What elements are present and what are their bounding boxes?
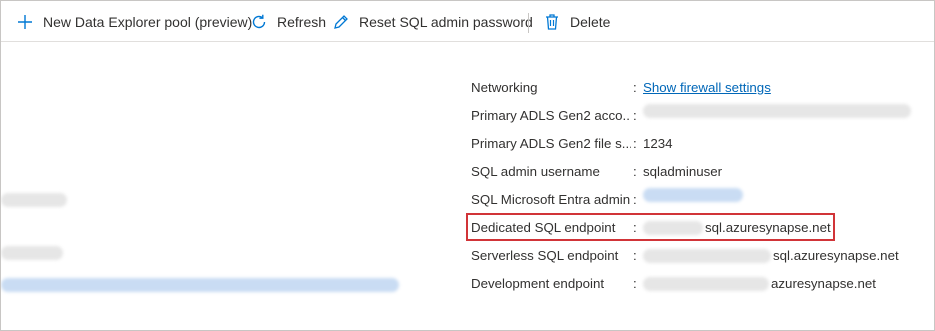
redacted-link[interactable] [1,278,399,292]
property-separator: : [633,248,637,263]
redacted-value [643,104,911,118]
redacted-value [1,246,63,260]
dedicated-endpoint-highlight-box [466,213,835,241]
plus-icon [15,12,35,32]
property-value: sqladminuser [643,164,723,179]
refresh-button[interactable]: Refresh [249,11,326,33]
show-firewall-settings-link[interactable]: Show firewall settings [643,76,771,100]
new-data-explorer-pool-label: New Data Explorer pool (preview) [43,14,253,30]
property-label: Development endpoint [471,276,605,291]
property-separator: : [633,80,637,95]
property-separator: : [633,136,637,151]
property-label: Networking [471,80,538,95]
reset-sql-admin-password-label: Reset SQL admin password [359,14,533,30]
redacted-value [643,277,769,291]
refresh-label: Refresh [277,14,327,30]
property-label: SQL admin username [471,164,600,179]
workspace-overview-panel: New Data Explorer pool (preview) Refresh… [0,0,935,331]
property-label: Serverless SQL endpoint [471,248,619,263]
redacted-value [1,193,67,207]
trash-icon [542,12,562,32]
pencil-icon [331,12,351,32]
reset-sql-admin-password-button[interactable]: Reset SQL admin password [331,11,533,33]
endpoint-value: sql.azuresynapse.net [773,248,899,263]
property-label: Primary ADLS Gen2 file s... [471,136,631,151]
property-label: SQL Microsoft Entra admin [471,192,631,207]
delete-button[interactable]: Delete [542,11,610,33]
toolbar-divider [528,13,529,33]
property-value: 1234 [643,136,673,151]
command-bar: New Data Explorer pool (preview) Refresh… [1,1,934,42]
endpoint-value: azuresynapse.net [771,276,876,291]
property-separator: : [633,108,637,123]
refresh-icon [249,12,269,32]
redacted-link[interactable] [643,188,743,202]
new-data-explorer-pool-button[interactable]: New Data Explorer pool (preview) [15,11,252,33]
redacted-value [643,249,771,263]
property-separator: : [633,192,637,207]
delete-label: Delete [570,14,611,30]
property-label: Primary ADLS Gen2 acco... [471,108,631,123]
property-separator: : [633,276,637,291]
property-separator: : [633,164,637,179]
